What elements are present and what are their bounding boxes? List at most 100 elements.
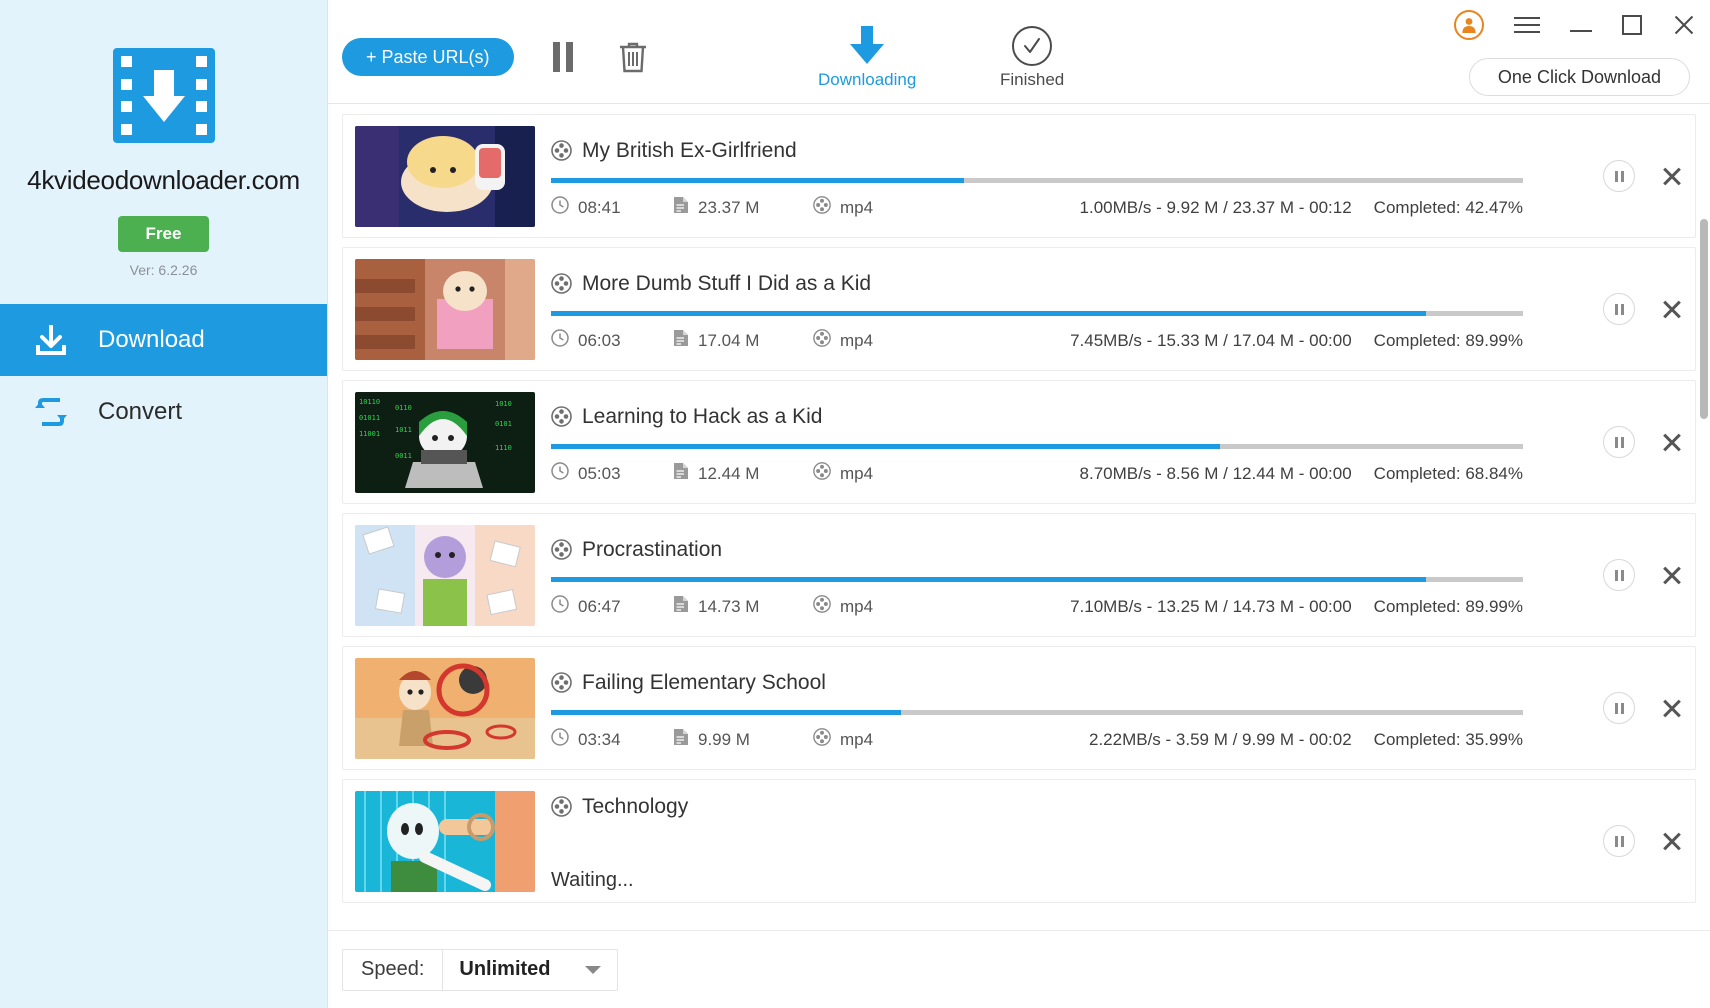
film-reel-icon <box>813 196 831 219</box>
sidebar-item-label: Convert <box>98 398 183 425</box>
one-click-download-button[interactable]: One Click Download <box>1468 58 1690 96</box>
item-title-row: Failing Elementary School <box>551 666 1523 700</box>
clock-icon <box>551 728 569 751</box>
tab-label: Finished <box>1000 70 1065 89</box>
speed-limit-control: Speed: Unlimited <box>342 948 618 991</box>
duration-cell: 06:03 <box>551 329 673 352</box>
video-thumbnail <box>355 258 535 360</box>
remove-item-button[interactable] <box>1661 298 1683 320</box>
item-status-text: Waiting... <box>551 868 634 891</box>
download-item[interactable]: Technology Waiting... <box>342 779 1696 903</box>
film-reel-icon <box>551 406 572 427</box>
item-title: More Dumb Stuff I Did as a Kid <box>582 271 872 295</box>
item-details: Failing Elementary School 03:34 9.99 M m… <box>535 658 1533 759</box>
app-logo <box>112 48 215 143</box>
remove-item-button[interactable] <box>1661 431 1683 453</box>
pause-item-button[interactable] <box>1603 825 1635 857</box>
film-reel-icon <box>813 329 831 352</box>
window-controls <box>1454 10 1696 40</box>
svg-text:11001: 11001 <box>359 430 380 438</box>
size-cell: 14.73 M <box>673 595 813 618</box>
pause-item-button[interactable] <box>1603 692 1635 724</box>
size-value: 12.44 M <box>698 463 760 483</box>
duration-value: 05:03 <box>578 463 621 483</box>
speed-label: Speed: <box>343 949 444 990</box>
speed-dropdown[interactable]: Unlimited <box>443 950 616 990</box>
download-item[interactable]: Failing Elementary School 03:34 9.99 M m… <box>342 646 1696 770</box>
item-title: Technology <box>582 794 689 818</box>
maximize-icon[interactable] <box>1622 15 1642 35</box>
video-download-logo-icon <box>112 48 215 143</box>
size-value: 23.37 M <box>698 197 760 217</box>
completed-text: Completed: 42.47% <box>1373 197 1523 217</box>
tab-downloading[interactable]: Downloading <box>818 26 916 90</box>
item-stats: 1.00MB/s - 9.92 M / 23.37 M - 00:12 Comp… <box>1080 198 1523 218</box>
item-details: Learning to Hack as a Kid 05:03 12.44 M <box>535 392 1533 493</box>
duration-value: 06:03 <box>578 330 621 350</box>
speed-progress-text: 7.10MB/s - 13.25 M / 14.73 M - 00:00 <box>1070 596 1352 616</box>
main-panel: + Paste URL(s) Downloading Finished One … <box>328 0 1710 1008</box>
format-value: mp4 <box>840 330 874 350</box>
film-reel-icon <box>551 796 572 817</box>
remove-item-button[interactable] <box>1661 830 1683 852</box>
item-meta: 08:41 23.37 M mp4 1.00MB/s - 9.92 M / 23… <box>551 196 1523 219</box>
list-scrollbar[interactable] <box>1700 219 1708 930</box>
pause-item-button[interactable] <box>1603 426 1635 458</box>
svg-text:10110: 10110 <box>359 398 380 406</box>
sidebar-item-download[interactable]: Download <box>0 304 327 376</box>
download-item[interactable]: More Dumb Stuff I Did as a Kid 06:03 17.… <box>342 247 1696 371</box>
pause-item-button[interactable] <box>1603 160 1635 192</box>
minimize-icon[interactable] <box>1570 18 1592 32</box>
video-thumbnail <box>355 657 535 759</box>
pause-item-button[interactable] <box>1603 293 1635 325</box>
item-stats: 2.22MB/s - 3.59 M / 9.99 M - 00:02 Compl… <box>1089 730 1523 750</box>
film-reel-icon <box>551 273 572 294</box>
remove-item-button[interactable] <box>1661 165 1683 187</box>
item-details: Procrastination 06:47 14.73 M mp4 7.10MB… <box>535 525 1533 626</box>
check-circle-icon <box>1012 26 1053 66</box>
item-title: Procrastination <box>582 537 723 561</box>
completed-text: Completed: 89.99% <box>1373 330 1523 350</box>
tab-finished[interactable]: Finished <box>1000 26 1064 90</box>
account-icon[interactable] <box>1454 10 1484 40</box>
download-item[interactable]: Procrastination 06:47 14.73 M mp4 7.10MB… <box>342 513 1696 637</box>
video-thumbnail <box>355 524 535 626</box>
pause-item-button[interactable] <box>1603 559 1635 591</box>
tab-label: Downloading <box>818 70 917 89</box>
duration-value: 03:34 <box>578 729 621 749</box>
file-icon <box>673 728 689 751</box>
format-value: mp4 <box>840 596 874 616</box>
sidebar-item-convert[interactable]: Convert <box>0 376 327 448</box>
hamburger-menu-icon[interactable] <box>1514 17 1540 33</box>
trash-icon[interactable] <box>618 40 648 74</box>
format-cell: mp4 <box>813 462 933 485</box>
video-thumbnail <box>355 790 535 892</box>
format-value: mp4 <box>840 197 874 217</box>
chevron-down-icon <box>584 965 601 974</box>
scrollbar-thumb[interactable] <box>1700 219 1708 419</box>
svg-text:0011: 0011 <box>395 452 412 460</box>
size-cell: 17.04 M <box>673 329 813 352</box>
close-icon[interactable] <box>1672 13 1696 37</box>
pause-all-icon[interactable] <box>553 42 573 72</box>
film-perforations-left <box>120 56 132 135</box>
film-reel-icon <box>551 140 572 161</box>
file-icon <box>673 196 689 219</box>
brand-name: 4kvideodownloader.com <box>27 165 300 195</box>
version-label: Ver: 6.2.26 <box>129 262 198 278</box>
remove-item-button[interactable] <box>1661 564 1683 586</box>
size-value: 17.04 M <box>698 330 760 350</box>
duration-value: 08:41 <box>578 197 621 217</box>
download-item[interactable]: 10110 01011 11001 0110 1011 0011 1010 0101 111… <box>342 380 1696 504</box>
item-title-row: Learning to Hack as a Kid <box>551 400 1523 434</box>
item-details: Technology Waiting... <box>535 791 1533 892</box>
speed-progress-text: 1.00MB/s - 9.92 M / 23.37 M - 00:12 <box>1079 197 1352 217</box>
progress-bar <box>551 709 1523 715</box>
paste-url-button[interactable]: + Paste URL(s) <box>342 38 514 76</box>
item-actions <box>1533 559 1683 591</box>
download-item[interactable]: My British Ex-Girlfriend 08:41 23.37 M m… <box>342 114 1696 238</box>
video-thumbnail <box>355 125 535 227</box>
convert-icon <box>30 391 72 433</box>
sidebar-item-label: Download <box>98 326 205 353</box>
remove-item-button[interactable] <box>1661 697 1683 719</box>
